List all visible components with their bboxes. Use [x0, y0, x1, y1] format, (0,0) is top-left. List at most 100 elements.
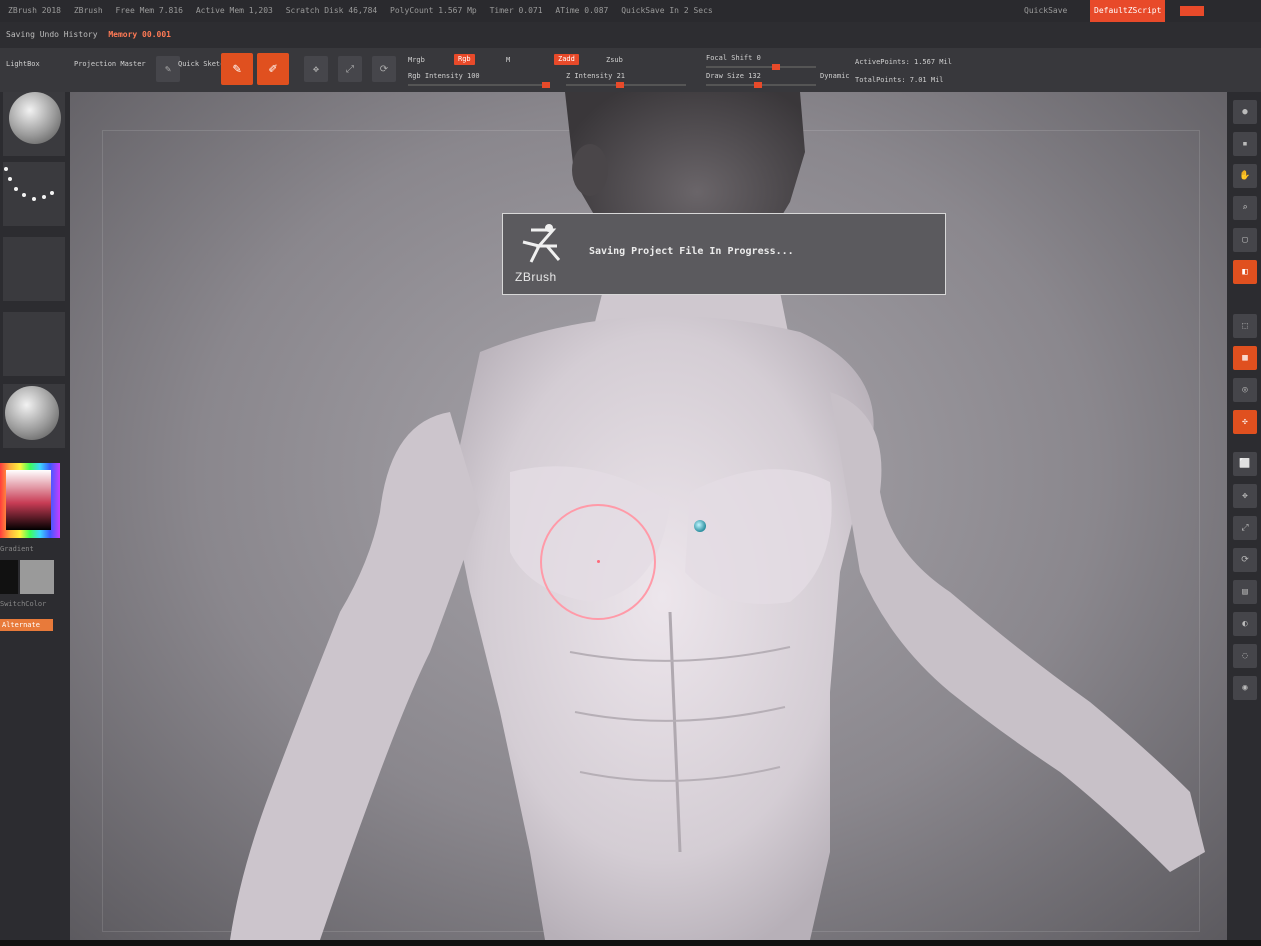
draw-size-label: Draw Size 132	[706, 72, 761, 80]
scratch-disk-readout: Scratch Disk 46,784	[285, 6, 378, 15]
rgb-button[interactable]: Rgb	[454, 54, 475, 65]
zbrush-logo-text: ZBrush	[515, 270, 557, 284]
transp-button[interactable]: ◐	[1233, 612, 1257, 636]
lightbox-button[interactable]: LightBox	[6, 60, 40, 68]
atime-readout: ATime 0.087	[555, 6, 609, 15]
color-gradient-square[interactable]	[6, 470, 51, 530]
ghost-button[interactable]: ◌	[1233, 644, 1257, 668]
gxyz-button[interactable]: ✣	[1233, 410, 1257, 434]
frame-button[interactable]: ⬜	[1233, 452, 1257, 476]
polycount-readout: PolyCount 1.567 Mp	[390, 6, 477, 15]
material-sphere-icon	[5, 386, 59, 440]
status-bar: Saving Undo History Memory 00.001	[0, 22, 1261, 48]
scroll-icon: ✋	[1239, 171, 1251, 181]
mrgb-button[interactable]: Mrgb	[408, 56, 425, 64]
brush-sphere-icon	[9, 92, 61, 144]
bpr-icon: ●	[1242, 107, 1248, 117]
scroll-button[interactable]: ✋	[1233, 164, 1257, 188]
saving-message: Saving Project File In Progress...	[589, 246, 794, 257]
switch-color-button[interactable]: SwitchColor	[0, 600, 46, 608]
menu-item-zbrush[interactable]: ZBrush	[74, 6, 103, 15]
solo-button[interactable]: ◉	[1233, 676, 1257, 700]
memory-readout: Memory 00.001	[108, 30, 171, 39]
quicksave-readout: QuickSave In 2 Secs	[621, 6, 713, 15]
zadd-button[interactable]: Zadd	[554, 54, 579, 65]
spix-icon: ▪	[1242, 139, 1248, 149]
move-view-icon: ✥	[1242, 491, 1248, 501]
active-mem-readout: Active Mem 1,203	[195, 6, 273, 15]
left-arm-shape	[230, 412, 480, 940]
polyf-icon: ▤	[1242, 587, 1248, 597]
aahalf-button[interactable]: ◧	[1233, 260, 1257, 284]
default-zscript-button[interactable]: DefaultZScript	[1090, 0, 1166, 22]
menu-item-app[interactable]: ZBrush 2018	[8, 6, 61, 15]
color-picker[interactable]	[0, 463, 60, 538]
transp-icon: ◐	[1242, 619, 1248, 629]
primary-color-swatch[interactable]	[0, 560, 18, 594]
move-button[interactable]: ✥	[304, 56, 328, 82]
focal-shift-slider[interactable]	[706, 64, 816, 70]
bpr-button[interactable]: ●	[1233, 100, 1257, 124]
ghost-icon: ◌	[1242, 651, 1248, 661]
menu-bar: ZBrush 2018 ZBrush Free Mem 7.816 Active…	[0, 0, 1261, 22]
actual-button[interactable]: ▢	[1233, 228, 1257, 252]
polyf-button[interactable]: ▤	[1233, 580, 1257, 604]
alternate-button[interactable]: Alternate	[0, 619, 53, 631]
top-shelf: LightBox Projection Master ✎ Quick Sketc…	[0, 48, 1261, 92]
zoom-button[interactable]: ⌕	[1233, 196, 1257, 220]
solo-icon: ◉	[1242, 683, 1248, 693]
total-points-readout: TotalPoints: 7.01 Mil	[855, 76, 944, 84]
scale-button[interactable]: ⤢	[338, 56, 362, 82]
focal-shift-label: Focal Shift 0	[706, 54, 761, 62]
zbrush-logo: ZBrush	[513, 222, 575, 288]
rotate-view-button[interactable]: ⟳	[1233, 548, 1257, 572]
texture-thumbnail[interactable]	[3, 312, 65, 376]
z-intensity-slider[interactable]	[566, 82, 686, 88]
saving-progress-dialog: ZBrush Saving Project File In Progress..…	[502, 213, 946, 295]
rgb-intensity-label: Rgb Intensity 100	[408, 72, 480, 80]
menu-toggle-icon[interactable]	[1180, 6, 1204, 16]
local-icon: ◎	[1242, 385, 1248, 395]
z-intensity-label: Z Intensity 21	[566, 72, 626, 80]
move-icon: ✥	[312, 63, 320, 75]
zoom-icon: ⌕	[1242, 203, 1248, 213]
free-mem-readout: Free Mem 7.816	[115, 6, 183, 15]
zsub-button[interactable]: Zsub	[606, 56, 623, 64]
gradient-label: Gradient	[0, 545, 34, 553]
draw-size-slider[interactable]	[706, 82, 816, 88]
material-thumbnail[interactable]	[3, 384, 65, 448]
torso-shape	[450, 316, 874, 940]
undo-history-label: Saving Undo History	[6, 30, 98, 39]
stroke-thumbnail[interactable]	[3, 162, 65, 226]
move-view-button[interactable]: ✥	[1233, 484, 1257, 508]
persp-button[interactable]: ⬚	[1233, 314, 1257, 338]
edit-button[interactable]: ✎	[221, 53, 253, 85]
brush-cursor-center	[597, 560, 600, 563]
local-button[interactable]: ◎	[1233, 378, 1257, 402]
spix-button[interactable]: ▪	[1233, 132, 1257, 156]
floor-button[interactable]: ▦	[1233, 346, 1257, 370]
active-points-readout: ActivePoints: 1.567 Mil	[855, 58, 952, 66]
ear-shape	[572, 144, 608, 196]
gxyz-icon: ✣	[1242, 417, 1248, 427]
alpha-thumbnail[interactable]	[3, 237, 65, 301]
quicksave-button[interactable]: QuickSave	[1024, 0, 1067, 22]
draw-icon: ✐	[268, 61, 278, 77]
projection-master-button[interactable]: Projection Master	[74, 60, 146, 68]
scale-icon: ⤢	[346, 63, 354, 75]
scale-view-icon: ⤢	[1241, 523, 1249, 533]
rotate-button[interactable]: ⟳	[372, 56, 396, 82]
dynamic-button[interactable]: Dynamic	[820, 72, 850, 80]
rgb-intensity-slider[interactable]	[408, 82, 550, 88]
floor-icon: ▦	[1242, 353, 1248, 363]
transpose-gizmo-icon[interactable]	[694, 520, 706, 532]
quick-sketch-icon[interactable]: ✎	[156, 56, 180, 82]
rotate-view-icon: ⟳	[1241, 555, 1249, 565]
draw-button[interactable]: ✐	[257, 53, 289, 85]
m-button[interactable]: M	[506, 56, 510, 64]
brush-thumbnail[interactable]	[3, 92, 65, 156]
right-arm-shape	[830, 392, 1205, 872]
scale-view-button[interactable]: ⤢	[1233, 516, 1257, 540]
bottom-edge	[0, 940, 1261, 946]
secondary-color-swatch[interactable]	[20, 560, 54, 594]
